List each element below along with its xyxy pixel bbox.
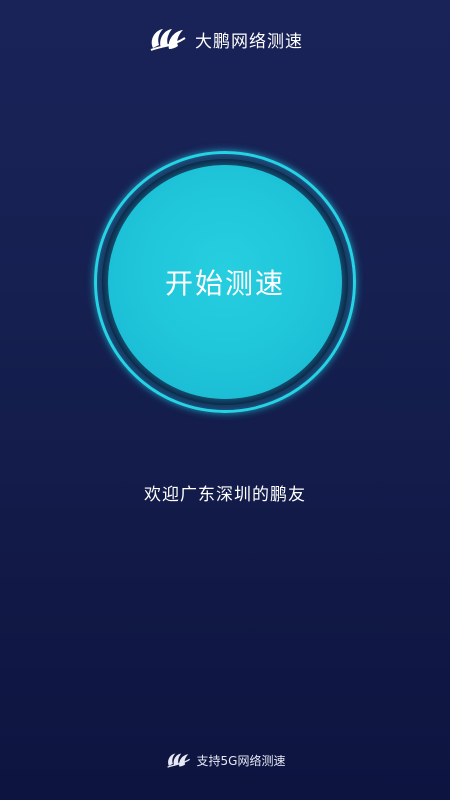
footer-text: 支持5G网络测速	[196, 753, 286, 768]
app-header: 大鹏网络测速	[0, 22, 450, 56]
welcome-message: 欢迎广东深圳的鹏友	[144, 485, 306, 505]
start-speedtest-button[interactable]: 开始测速	[108, 165, 342, 399]
start-speedtest-label: 开始测速	[164, 267, 285, 300]
app-title: 大鹏网络测速	[195, 31, 303, 52]
dapeng-logo-icon	[165, 750, 191, 770]
footer: 支持5G网络测速	[0, 748, 450, 772]
speedtest-dial: 开始测速	[94, 151, 356, 413]
dapeng-logo-icon	[147, 24, 187, 54]
